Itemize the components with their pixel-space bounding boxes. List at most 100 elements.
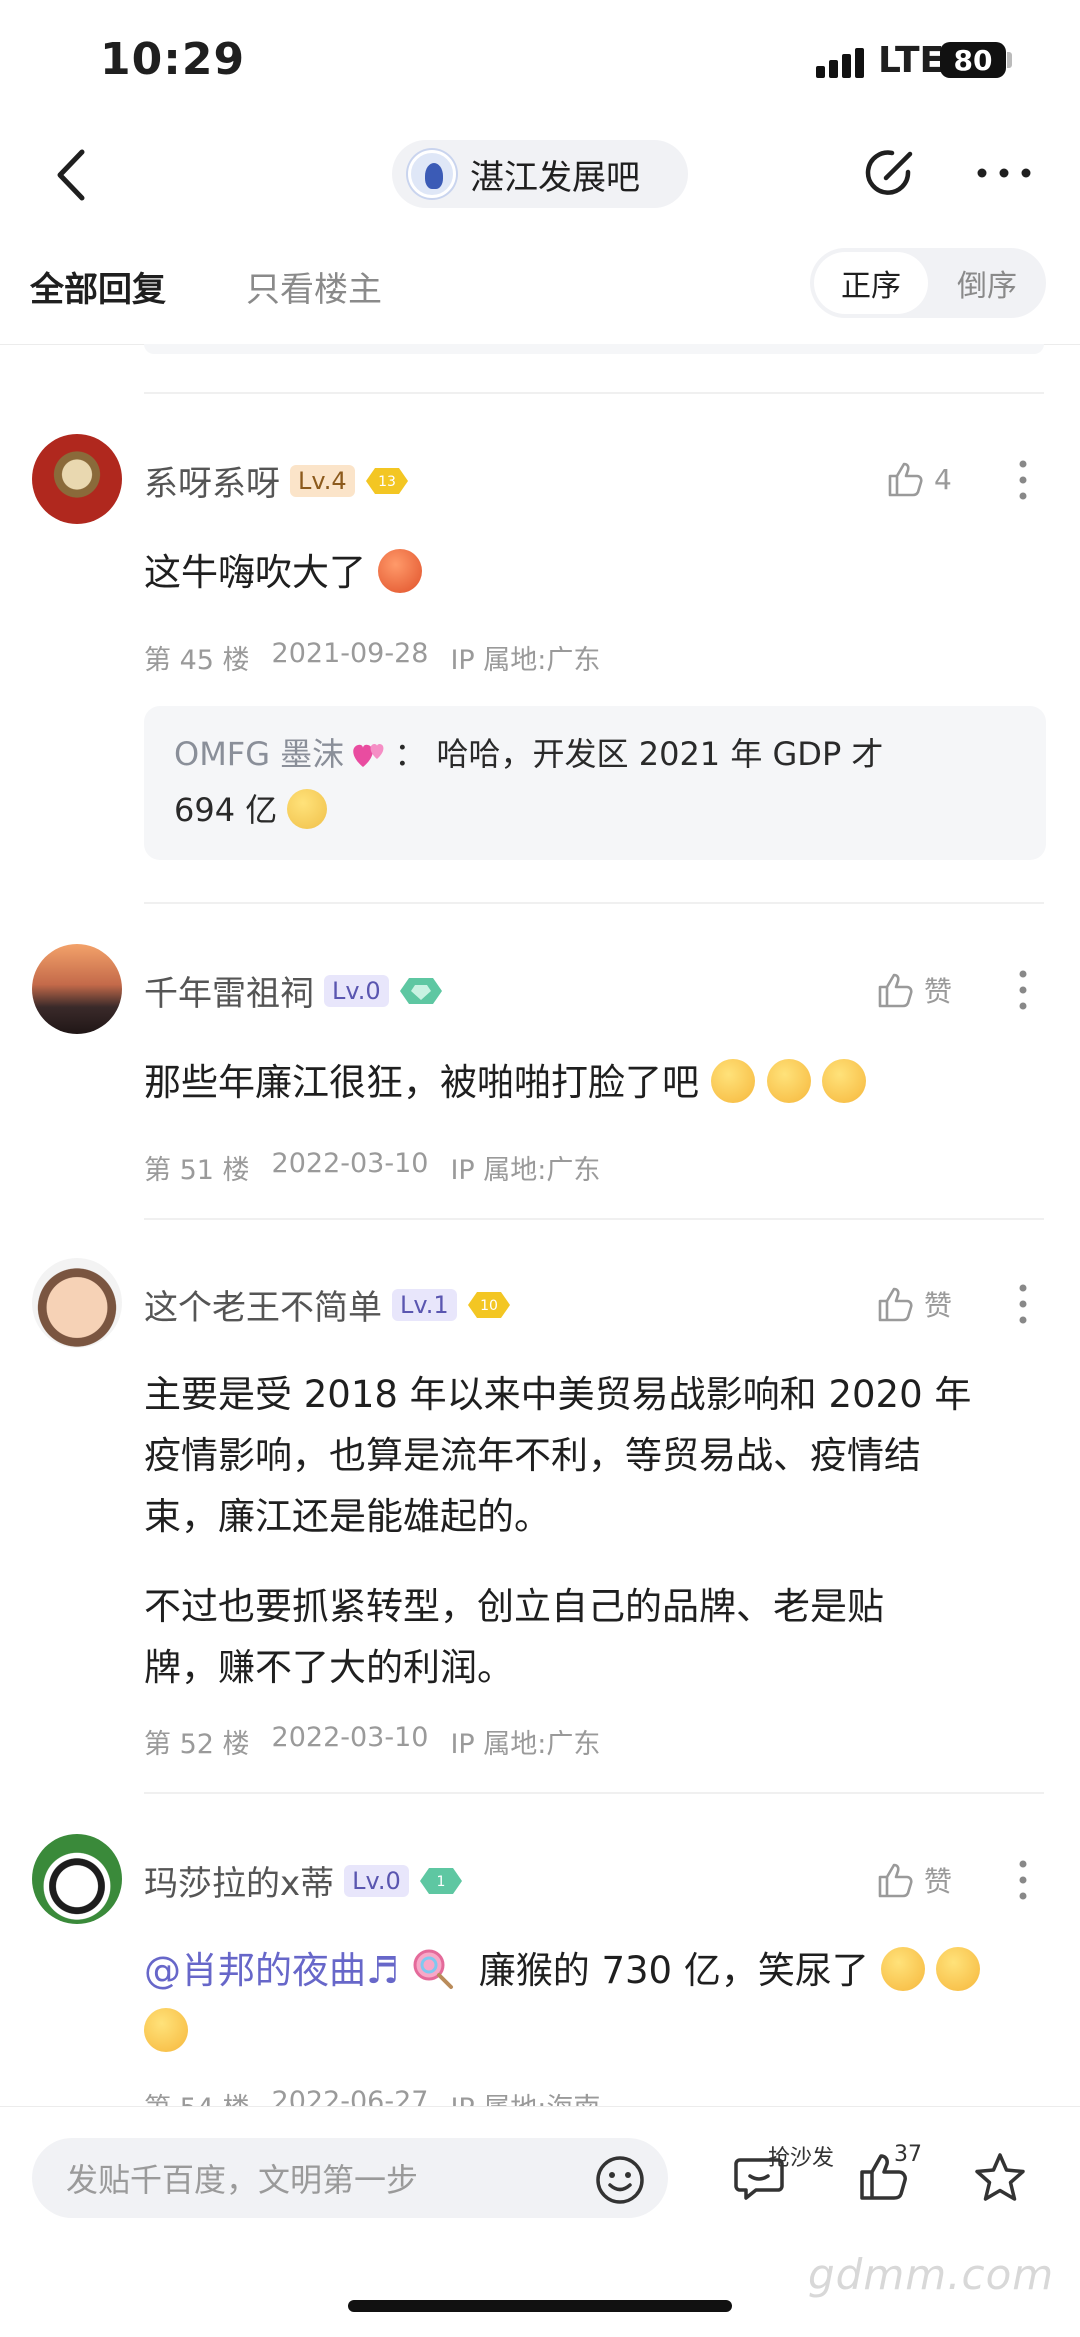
tab-all-replies[interactable]: 全部回复 xyxy=(30,262,166,311)
post-more-icon[interactable] xyxy=(1019,970,1027,1010)
username[interactable]: 系呀系呀 xyxy=(144,456,280,505)
edit-icon[interactable] xyxy=(862,144,920,202)
thumb-up-icon xyxy=(878,973,913,1008)
like-button[interactable]: 4 xyxy=(886,460,952,498)
like-button[interactable]: 赞 xyxy=(876,1860,952,1900)
username[interactable]: 玛莎拉的x蒂 xyxy=(144,1856,334,1905)
level-badge: Lv.1 xyxy=(392,1288,457,1321)
divider xyxy=(144,392,1044,394)
post-content: 这牛嗨吹大了 xyxy=(144,542,422,603)
watermark: gdmm.com xyxy=(808,2250,1055,2299)
emoji-icon[interactable] xyxy=(594,2154,646,2206)
level-badge: Lv.4 xyxy=(290,464,355,497)
forum-entry[interactable]: 湛江发展吧 xyxy=(392,140,688,208)
like-label: 赞 xyxy=(924,1289,953,1322)
post-header: 玛莎拉的x蒂 Lv.0 1 xyxy=(144,1856,463,1905)
status-time: 10:29 xyxy=(100,34,246,85)
order-toggle: 正序 倒序 xyxy=(810,248,1046,318)
post-meta: 第 54 楼 2022-06-27 IP 属地:海南 xyxy=(144,2086,600,2106)
order-desc-button[interactable]: 倒序 xyxy=(932,252,1042,314)
sweat-emoji-icon xyxy=(287,789,328,829)
smug-emoji-icon xyxy=(377,549,422,593)
quote-text-line2: 694 亿 xyxy=(174,791,278,829)
lollipop-icon xyxy=(413,1949,453,1989)
signal-icon xyxy=(816,46,866,78)
post-date: 2021-09-28 xyxy=(271,638,429,669)
grin-emoji-icon xyxy=(766,1059,811,1103)
post-date: 2022-03-10 xyxy=(271,1148,429,1179)
post-text: 廉猴的 730 亿，笑尿了 xyxy=(478,1949,869,1992)
avatar[interactable] xyxy=(32,944,122,1034)
post-header: 系呀系呀 Lv.4 13 xyxy=(144,456,409,505)
thumb-up-icon xyxy=(878,1287,913,1322)
post-content: 那些年廉江很狂，被啪啪打脸了吧 xyxy=(144,1052,867,1113)
thumb-up-icon xyxy=(888,462,923,497)
like-label: 赞 xyxy=(924,975,953,1008)
forum-name: 湛江发展吧 xyxy=(470,157,640,198)
laugh-emoji-icon xyxy=(880,1947,925,1991)
post-more-icon[interactable] xyxy=(1019,460,1027,500)
post-date: 2022-03-10 xyxy=(271,1722,429,1753)
reply-placeholder: 发贴千百度，文明第一步 xyxy=(66,2161,419,2199)
avatar[interactable] xyxy=(32,1834,122,1924)
reply-input[interactable]: 发贴千百度，文明第一步 xyxy=(32,2138,668,2218)
post-content: 主要是受 2018 年以来中美贸易战影响和 2020 年 疫情影响，也算是流年不… xyxy=(144,1364,971,1547)
fan-badge-icon: 10 xyxy=(467,1291,510,1318)
username[interactable]: 这个老王不简单 xyxy=(144,1280,382,1329)
fan-badge-number: 13 xyxy=(378,474,396,490)
post-meta: 第 51 楼 2022-03-10 IP 属地:广东 xyxy=(144,1148,600,1187)
username[interactable]: 千年雷祖祠 xyxy=(144,966,314,1015)
ip-location: IP 属地:广东 xyxy=(450,1155,601,1186)
fan-badge-icon xyxy=(399,977,442,1004)
battery-cap xyxy=(1007,52,1012,68)
order-asc-button[interactable]: 正序 xyxy=(814,252,928,314)
grin-emoji-icon xyxy=(822,1059,867,1103)
floor-number: 第 52 楼 xyxy=(144,1729,250,1760)
reply-quote[interactable]: OMFG 墨沫 ： 哈哈，开发区 2021 年 GDP 才 694 亿 xyxy=(144,706,1046,860)
forum-logo xyxy=(408,150,456,198)
battery-icon: 80 xyxy=(940,42,1006,78)
laugh-emoji-icon xyxy=(936,1947,981,1991)
post-more-icon[interactable] xyxy=(1019,1284,1027,1324)
post-meta: 第 45 楼 2021-09-28 IP 属地:广东 xyxy=(144,638,600,677)
post-content: @肖邦的夜曲♬ 廉猴的 730 亿，笑尿了 xyxy=(144,1940,1044,2062)
post-header: 这个老王不简单 Lv.1 10 xyxy=(144,1280,511,1329)
level-badge: Lv.0 xyxy=(344,1864,409,1897)
tab-op-only[interactable]: 只看楼主 xyxy=(246,262,382,311)
laugh-emoji-icon xyxy=(144,2008,188,2052)
like-button[interactable]: 赞 xyxy=(876,1284,952,1324)
post-text-line: 牌，赚不了大的利润。 xyxy=(144,1646,514,1689)
more-icon[interactable] xyxy=(976,166,1032,180)
floor-number: 第 51 楼 xyxy=(144,1155,250,1186)
back-icon[interactable] xyxy=(52,146,92,204)
fan-badge-icon: 13 xyxy=(365,467,408,494)
like-count: 4 xyxy=(934,462,952,496)
post-text-line: 束，廉江还是能雄起的。 xyxy=(144,1495,551,1538)
divider xyxy=(144,902,1044,904)
like-count: 37 xyxy=(894,2142,922,2167)
post-text-line: 不过也要抓紧转型，创立自己的品牌、老是贴 xyxy=(144,1585,884,1628)
avatar[interactable] xyxy=(32,434,122,524)
fan-badge-icon: 1 xyxy=(419,1867,462,1894)
post-text-line: 主要是受 2018 年以来中美贸易战影响和 2020 年 xyxy=(144,1373,972,1416)
ip-location: IP 属地:广东 xyxy=(450,1729,601,1760)
fan-badge-number: 1 xyxy=(436,1874,445,1890)
floor-number: 第 45 楼 xyxy=(144,645,250,676)
avatar[interactable] xyxy=(32,1258,122,1348)
quote-username[interactable]: OMFG 墨沫 xyxy=(174,735,344,773)
sofa-label: 抢沙发 xyxy=(768,2146,835,2171)
home-indicator[interactable] xyxy=(348,2300,732,2312)
like-button[interactable]: 赞 xyxy=(876,970,952,1010)
network-type: LTE xyxy=(878,40,945,81)
like-label: 赞 xyxy=(924,1865,953,1898)
hearts-icon xyxy=(353,744,384,767)
divider xyxy=(0,2106,1080,2107)
previous-quote-card xyxy=(144,344,1044,354)
quote-text: ： 哈哈，开发区 2021 年 GDP 才 xyxy=(394,735,884,773)
star-icon[interactable] xyxy=(972,2150,1028,2206)
ip-location: IP 属地:海南 xyxy=(450,2086,600,2106)
post-content: 不过也要抓紧转型，创立自己的品牌、老是贴 牌，赚不了大的利润。 xyxy=(144,1576,884,1698)
post-more-icon[interactable] xyxy=(1019,1860,1027,1900)
mention-link[interactable]: @肖邦的夜曲♬ xyxy=(144,1949,399,1992)
post-meta: 第 52 楼 2022-03-10 IP 属地:广东 xyxy=(144,1722,600,1761)
